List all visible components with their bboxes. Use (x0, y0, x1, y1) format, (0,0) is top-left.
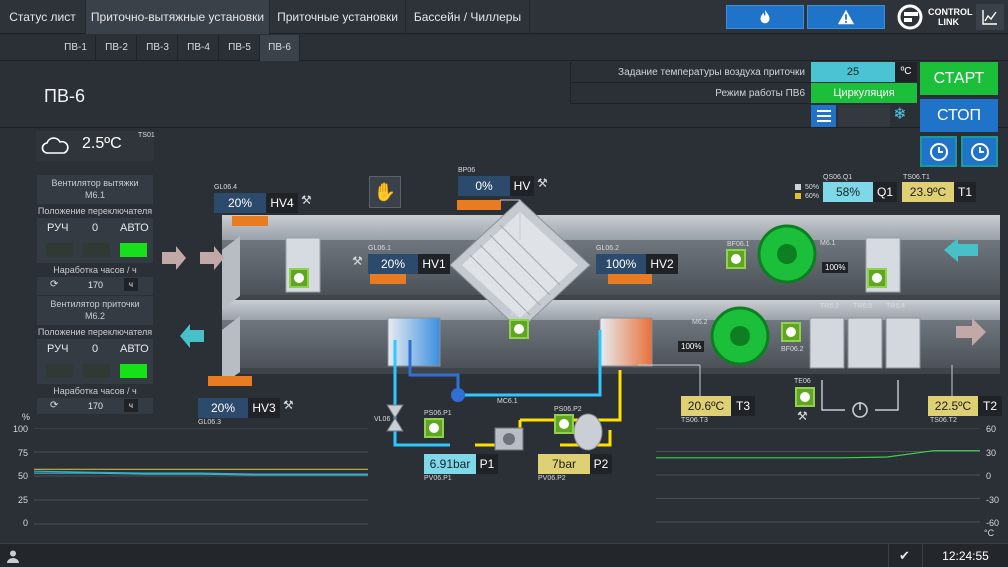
hv1-tag: GL06.1 (368, 245, 391, 252)
hv4-tag: GL06.4 (214, 184, 237, 191)
filter-1-status[interactable] (867, 268, 887, 288)
p2-tag: PV06.P2 (538, 475, 566, 482)
q1-limit-2: 60% (805, 193, 820, 200)
t3-value[interactable]: 20.6ºC (681, 396, 731, 416)
hv-tag: BP06 (458, 167, 476, 174)
pressure-switch-1-tag: PS06.P1 (424, 410, 452, 417)
filter-2-status[interactable] (289, 268, 309, 288)
manual-mode-hand-icon[interactable]: ✋ (369, 176, 401, 208)
exhaust-belt-tag: BF06.1 (727, 241, 750, 248)
humidifier-2-tag: TR6.2 (820, 303, 840, 310)
hv4-value[interactable]: 20% (214, 193, 266, 213)
wrench-icon[interactable]: ⚒ (301, 193, 312, 207)
hv2-name: HV2 (646, 254, 678, 274)
right-trend-chart[interactable] (656, 428, 980, 526)
wrench-icon[interactable]: ⚒ (537, 176, 548, 190)
status-bar: ✔ 12:24:55 (0, 543, 1008, 567)
exhaust-motor-speed: 100% (822, 262, 849, 273)
t2-value[interactable]: 22.5ºC (928, 396, 978, 416)
q1-limit-1-checkbox[interactable] (795, 184, 801, 190)
chart-tick-label: 0 (22, 518, 28, 528)
user-icon[interactable] (6, 549, 20, 563)
wrench-icon[interactable]: ⚒ (352, 254, 363, 268)
pressure-switch-2-status[interactable] (554, 414, 574, 434)
exhaust-motor-tag: M6.1 (820, 240, 836, 247)
chart-tick-label: 0 (986, 471, 992, 481)
supply-motor-speed: 100% (678, 341, 705, 352)
q1-value[interactable]: 58% (823, 182, 873, 202)
hv2-value[interactable]: 100% (596, 254, 646, 274)
chart-tick-label: 25 (17, 494, 28, 505)
electric-heater-status[interactable] (795, 387, 815, 407)
pump-tag: MC6.1 (497, 398, 518, 405)
p2-value[interactable]: 7bar (538, 454, 590, 474)
frost-sensor-status[interactable] (509, 319, 529, 339)
chart-tick-label: -30 (986, 494, 1000, 505)
hv-name: HV (510, 176, 534, 196)
chart-tick-label: 50 (17, 471, 28, 481)
wrench-icon[interactable]: ⚒ (283, 398, 294, 412)
t1-value[interactable]: 23.9ºC (902, 182, 954, 202)
p2-name: P2 (590, 454, 612, 474)
acknowledge-check-icon[interactable]: ✔ (888, 544, 920, 567)
t1-tag: TS06.T1 (903, 174, 930, 181)
t2-name: T2 (978, 396, 1002, 416)
hv4-name: HV4 (266, 193, 298, 213)
hv1-value[interactable]: 20% (368, 254, 418, 274)
chart-tick-label: 100 (12, 424, 28, 434)
p1-name: P1 (476, 454, 498, 474)
p1-value[interactable]: 6.91bar (424, 454, 476, 474)
hv2-tag: GL06.2 (596, 245, 619, 252)
wrench-icon[interactable]: ⚒ (797, 409, 808, 423)
chart-tick-label: 30 (986, 447, 997, 458)
q1-limit-1: 50% (805, 184, 820, 191)
hv1-name: HV1 (418, 254, 450, 274)
t1-name: T1 (954, 182, 976, 202)
clock-time: 12:24:55 (922, 544, 1008, 567)
chart-tick-label: 75 (17, 447, 28, 458)
exhaust-belt-status[interactable] (726, 249, 746, 269)
q1-limit-2-checkbox[interactable] (795, 193, 801, 199)
p1-tag: PV06.P1 (424, 475, 452, 482)
pressure-switch-1-status[interactable] (424, 418, 444, 438)
filter-2-tag: FL06.2 (290, 260, 312, 267)
supply-belt-status[interactable] (781, 322, 801, 342)
hv3-tag: GL06.3 (198, 419, 221, 426)
left-chart-unit: % (22, 412, 31, 422)
left-trend-chart[interactable] (34, 428, 368, 536)
pressure-switch-2-tag: PS06.P2 (554, 406, 582, 413)
chart-tick-label: -60 (986, 518, 1000, 528)
hv3-value[interactable]: 20% (198, 398, 248, 418)
electric-heater-tag: TE06 (794, 378, 811, 385)
hv-value[interactable]: 0% (458, 176, 510, 196)
filter-1-tag: FL06.1 (868, 260, 890, 267)
supply-motor-tag: M6.2 (692, 319, 708, 326)
frost-sensor-tag: FS06 (511, 311, 528, 318)
t3-tag: TS06.T3 (681, 417, 708, 424)
right-chart-unit: °C (984, 528, 995, 538)
humidifier-3-tag: TR6.3 (853, 303, 873, 310)
humidifier-4-tag: TR6.4 (886, 303, 906, 310)
t3-name: T3 (731, 396, 755, 416)
chart-tick-label: 60 (986, 424, 997, 434)
hv3-name: HV3 (248, 398, 280, 418)
q1-name: Q1 (873, 182, 897, 202)
supply-belt-tag: BF06.2 (781, 346, 804, 353)
valve-tag: VL06 (374, 416, 391, 423)
q1-tag: QS06.Q1 (823, 174, 853, 181)
t2-tag: TS06.T2 (930, 417, 957, 424)
